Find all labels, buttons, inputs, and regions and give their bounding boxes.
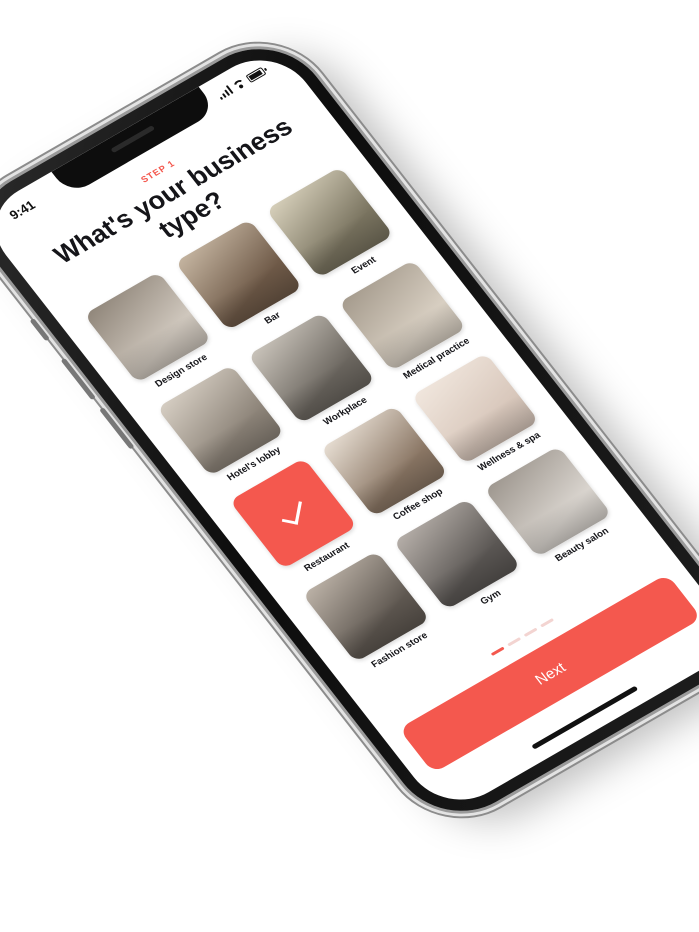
pager-dot: [506, 637, 521, 647]
stage: 9:41 STEP 1 What's your business type? D…: [0, 0, 699, 932]
battery-icon: [245, 66, 267, 83]
wifi-icon: [231, 77, 247, 90]
pager-dot: [539, 618, 554, 628]
app-screen: 9:41 STEP 1 What's your business type? D…: [0, 42, 699, 818]
mute-switch: [29, 318, 50, 342]
phone-device: 9:41 STEP 1 What's your business type? D…: [0, 27, 699, 833]
pager-dot: [523, 627, 538, 638]
business-type-label: Bar: [262, 309, 283, 327]
status-icons: [215, 66, 267, 101]
pager-dot: [490, 646, 505, 657]
business-type-label: Gym: [478, 587, 504, 608]
status-time: 9:41: [5, 197, 38, 222]
check-icon: [281, 498, 302, 525]
signal-icon: [215, 85, 234, 101]
